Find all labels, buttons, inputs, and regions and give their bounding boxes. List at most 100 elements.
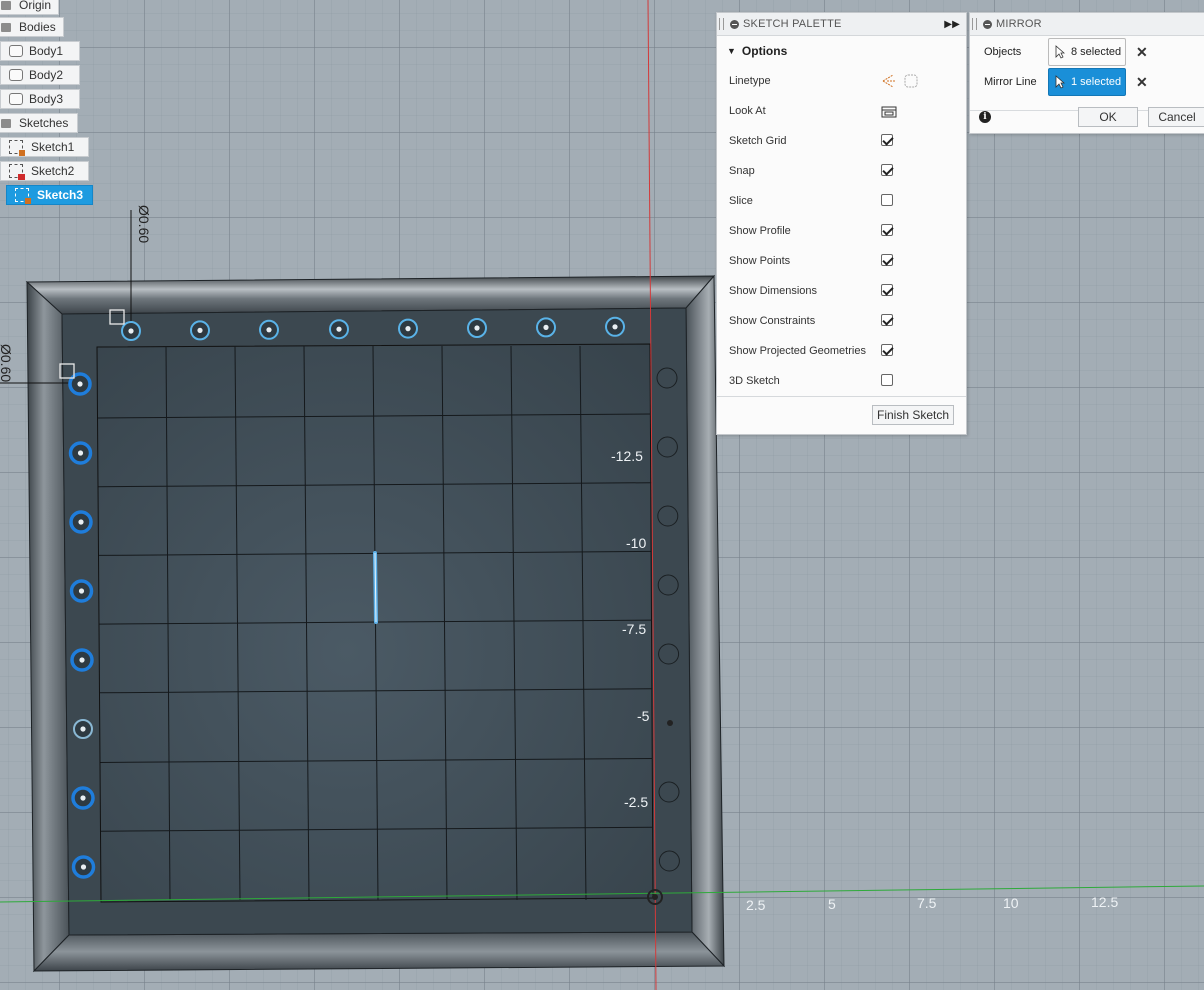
checkbox[interactable] [881,134,893,146]
objects-value: 8 selected [1071,46,1122,58]
expand-icon[interactable]: ▶▶ [944,19,960,30]
mirror-header[interactable]: MIRROR [970,13,1204,36]
tree-item-label: Body2 [29,68,64,82]
tree-item-label: Bodies [19,20,56,34]
body-icon [9,93,23,105]
options-section-header[interactable]: ▼ Options [717,36,966,66]
tree-item-sketch3[interactable]: Sketch3 [6,185,93,205]
palette-row-label: Sketch Grid [729,135,787,147]
hole-center-point[interactable] [612,324,618,330]
axis-label-h4: 10 [1003,895,1019,911]
hole-center-point[interactable] [336,326,342,332]
objects-selection-button[interactable]: 8 selected [1048,38,1126,66]
tree-item-label: Body3 [29,92,64,106]
palette-row-sketch-grid: Sketch Grid [717,126,966,156]
triangle-down-icon: ▼ [727,46,736,56]
palette-row-show-points: Show Points [717,246,966,276]
checkbox[interactable] [881,314,893,326]
hole-center-point[interactable] [78,588,85,594]
collapse-icon[interactable] [983,19,992,29]
hole-center-point[interactable] [80,864,87,870]
hole-center-point[interactable] [197,327,203,333]
clear-mirror-line-icon[interactable]: ✕ [1136,74,1148,91]
hole-center-point[interactable] [405,326,411,332]
checkbox[interactable] [881,344,893,356]
ok-button[interactable]: OK [1078,107,1138,127]
options-label: Options [741,44,788,58]
palette-row-label: Show Dimensions [729,285,818,297]
axis-label-v5: -2.5 [624,794,649,810]
hole-center-point[interactable] [543,324,549,330]
sketch-palette-header[interactable]: SKETCH PALETTE ▶▶ [717,13,966,36]
tree-item-label: Sketch1 [31,140,75,154]
mirror-title: MIRROR [996,18,1042,30]
hole-center-point[interactable] [474,325,480,331]
axis-label-v4: -5 [637,708,650,724]
clear-objects-icon[interactable]: ✕ [1136,44,1148,61]
checkbox[interactable] [881,194,893,206]
tree-item-body1[interactable]: Body1 [0,41,80,61]
tree-item-sketches[interactable]: Sketches [0,113,78,133]
drag-grip-icon[interactable] [719,18,724,30]
tree-item-sketch1[interactable]: Sketch1 [0,137,89,157]
frame-bottom-bevel [32,931,726,972]
palette-row-show-profile: Show Profile [717,216,966,246]
hole-center-point[interactable] [80,726,86,732]
checkbox[interactable] [881,284,893,296]
palette-row-label: Show Profile [729,225,791,237]
tree-item-origin[interactable]: Origin [0,0,59,15]
mirror-line-selection-button[interactable]: 1 selected [1048,68,1126,96]
dimension-label-top[interactable]: Ø0.60 [136,205,152,243]
hole-center-point[interactable] [77,450,84,456]
hole-center-point[interactable] [80,795,86,801]
axis-label-h1: 2.5 [746,897,766,913]
palette-row-show-constraints: Show Constraints [717,306,966,336]
cursor-icon [1055,45,1065,59]
hole-center-point[interactable] [78,519,84,525]
palette-row-label: Show Constraints [729,315,816,327]
construction-linetype-icon[interactable] [881,73,921,89]
checkbox[interactable] [881,374,893,386]
axis-label-v2: -10 [626,535,647,551]
cursor-icon [1055,75,1065,89]
hole-center-point[interactable] [128,328,134,334]
tree-item-label: Sketch2 [31,164,75,178]
canvas-viewport[interactable]: Ø0.60 Ø0.60 -12.5 -10 -7.5 -5 -2.5 2.5 5… [0,0,1204,990]
info-icon[interactable]: i [979,111,991,123]
axis-label-h5: 12.5 [1091,894,1119,910]
origin-dot [652,894,658,900]
folder-icon [1,0,11,10]
palette-row-3d-sketch: 3D Sketch [717,366,966,396]
palette-row-label: Show Projected Geometries [729,345,866,357]
tree-item-body3[interactable]: Body3 [0,89,80,109]
axis-label-h2: 5 [828,896,836,912]
body-icon [9,45,23,57]
palette-row-label: Slice [729,195,753,207]
finish-sketch-button[interactable]: Finish Sketch [872,405,954,425]
tree-item-label: Sketch3 [37,188,84,202]
look-at-icon[interactable] [881,104,897,118]
palette-row-label: Look At [729,105,766,117]
model-scene[interactable] [0,0,1204,990]
palette-row-look-at: Look At [717,96,966,126]
dimension-label-left[interactable]: Ø0.60 [0,344,14,382]
tree-item-bodies[interactable]: Bodies [0,17,64,37]
checkbox[interactable] [881,224,893,236]
tree-item-label: Body1 [29,44,64,58]
checkbox[interactable] [881,254,893,266]
cancel-button[interactable]: Cancel [1148,107,1204,127]
drag-grip-icon[interactable] [972,18,977,30]
mirror-line-label: Mirror Line [984,76,1037,88]
hole-center-point[interactable] [79,657,85,663]
finish-area: Finish Sketch [717,396,966,431]
hole-center-point[interactable] [77,381,83,387]
tree-item-body2[interactable]: Body2 [0,65,80,85]
palette-row-show-projected-geometries: Show Projected Geometries [717,336,966,366]
collapse-icon[interactable] [730,19,739,29]
sketch-point[interactable] [667,720,673,726]
hole-center-point[interactable] [266,327,272,333]
sketch-palette-title: SKETCH PALETTE [743,18,842,30]
sketch-palette: SKETCH PALETTE ▶▶ ▼ Options Linetype Look… [716,12,967,435]
checkbox[interactable] [881,164,893,176]
tree-item-sketch2[interactable]: Sketch2 [0,161,89,181]
